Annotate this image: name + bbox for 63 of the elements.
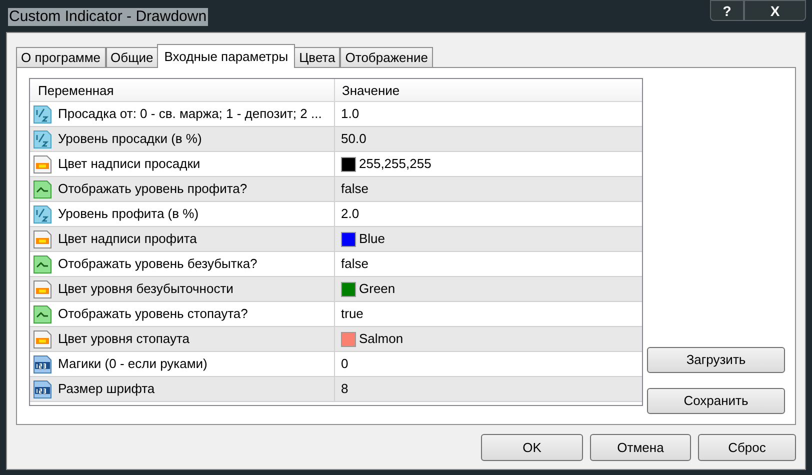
parameter-name: Цвет уровня стопаута bbox=[58, 330, 190, 348]
parameter-name: Отображать уровень стопаута? bbox=[58, 305, 248, 324]
parameter-value: Blue bbox=[359, 230, 386, 248]
column-header[interactable]: Значение bbox=[335, 79, 642, 101]
parameter-name: Размер шрифта bbox=[58, 380, 155, 398]
parameter-row[interactable]: Цвет надписи профита Blue bbox=[30, 227, 642, 252]
parameter-value: 2.0 bbox=[341, 205, 360, 224]
parameter-row[interactable]: Цвет уровня стопаута Salmon bbox=[30, 327, 642, 352]
parameter-name: Уровень просадки (в %) bbox=[58, 130, 202, 148]
parameter-row[interactable]: Магики (0 - если руками) 0 bbox=[30, 352, 642, 377]
parameter-name: Отображать уровень безубытка? bbox=[58, 255, 258, 274]
palette-icon bbox=[33, 230, 52, 248]
number-icon bbox=[33, 354, 52, 374]
parameter-value: 255,255,255 bbox=[359, 155, 432, 174]
close-button[interactable]: X bbox=[744, 0, 806, 21]
parameter-value: 8 bbox=[341, 380, 348, 398]
parameter-name: Отображать уровень профита? bbox=[58, 180, 248, 198]
parameter-row[interactable]: Уровень профита (в %) 2.0 bbox=[30, 202, 642, 227]
parameter-name: Цвет надписи просадки bbox=[58, 155, 200, 174]
parameter-row[interactable]: Отображать уровень стопаута? true bbox=[30, 302, 642, 327]
parameter-row[interactable]: Цвет надписи просадки 255,255,255 bbox=[30, 152, 642, 177]
palette-icon bbox=[33, 330, 52, 348]
tab[interactable]: О программе bbox=[16, 47, 106, 68]
parameter-value: true bbox=[341, 305, 364, 324]
parameter-name: Уровень профита (в %) bbox=[58, 205, 199, 224]
parameter-value: 0 bbox=[341, 355, 348, 374]
parameter-name: Цвет надписи профита bbox=[58, 230, 197, 248]
tab[interactable]: Общие bbox=[106, 47, 158, 68]
switch-icon bbox=[33, 304, 52, 324]
parameter-row[interactable]: Просадка от: 0 - св. маржа; 1 - депозит; 2 ... 1.0 bbox=[30, 102, 642, 127]
fraction-icon bbox=[33, 130, 52, 148]
parameter-value: Green bbox=[359, 280, 396, 298]
ok-button[interactable]: OK bbox=[481, 434, 583, 461]
parameter-row[interactable]: Отображать уровень безубытка? false bbox=[30, 252, 642, 277]
parameter-value: 50.0 bbox=[341, 130, 366, 148]
switch-icon bbox=[33, 180, 52, 198]
tab[interactable]: Цвета bbox=[294, 47, 340, 68]
save-button[interactable]: Сохранить bbox=[647, 388, 785, 414]
fraction-icon bbox=[33, 204, 52, 224]
parameter-name: Цвет уровня безубыточности bbox=[58, 280, 234, 298]
window-title: Custom Indicator - Drawdown bbox=[8, 8, 208, 26]
parameter-value: false bbox=[341, 180, 368, 198]
help-button[interactable]: ? bbox=[710, 0, 744, 21]
parameter-value: Salmon bbox=[359, 330, 404, 348]
column-header[interactable]: Переменная bbox=[30, 79, 335, 101]
parameter-value: false bbox=[341, 255, 368, 274]
palette-icon bbox=[33, 280, 52, 298]
parameter-value: 1.0 bbox=[341, 105, 360, 124]
tab[interactable]: Входные параметры bbox=[157, 44, 296, 68]
switch-icon bbox=[33, 254, 52, 274]
parameter-name: Магики (0 - если руками) bbox=[58, 355, 208, 374]
reset-button[interactable]: Сброс bbox=[698, 434, 796, 461]
number-icon bbox=[33, 380, 52, 398]
fraction-icon bbox=[33, 104, 52, 124]
parameter-row[interactable]: Цвет уровня безубыточности Green bbox=[30, 277, 642, 302]
parameter-name: Просадка от: 0 - св. маржа; 1 - депозит; 2 ... bbox=[58, 105, 322, 124]
cancel-button[interactable]: Отмена bbox=[590, 434, 691, 461]
palette-icon bbox=[33, 154, 52, 174]
load-button[interactable]: Загрузить bbox=[647, 347, 785, 373]
tab[interactable]: Отображение bbox=[340, 47, 433, 68]
parameter-row[interactable]: Уровень просадки (в %) 50.0 bbox=[30, 127, 642, 152]
parameter-row[interactable]: Отображать уровень профита? false bbox=[30, 177, 642, 202]
parameter-row[interactable]: Размер шрифта 8 bbox=[30, 377, 642, 402]
